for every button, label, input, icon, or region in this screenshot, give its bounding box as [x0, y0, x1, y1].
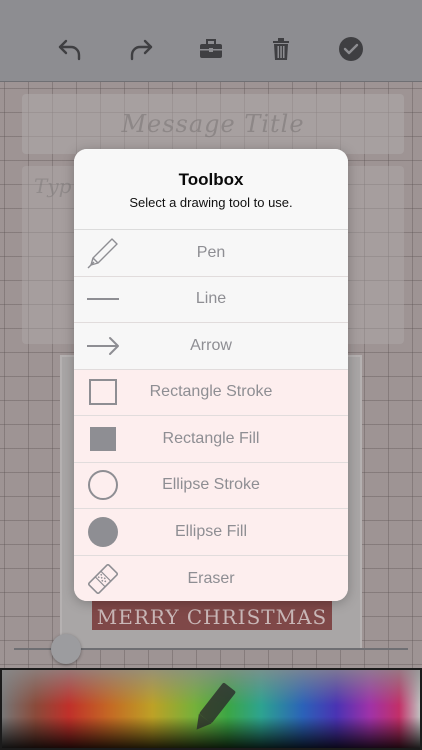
message-title-field[interactable]: Message Title: [22, 94, 404, 154]
color-palette[interactable]: [2, 670, 420, 748]
popover-subtitle: Select a drawing tool to use.: [129, 195, 293, 210]
undo-button[interactable]: [55, 34, 85, 64]
trash-button[interactable]: [266, 34, 296, 64]
done-button[interactable]: [336, 34, 366, 64]
popover-title: Toolbox: [178, 170, 244, 189]
color-palette-bar: [0, 668, 422, 750]
rectangle-fill-icon: [86, 422, 120, 456]
top-toolbar: [0, 0, 422, 82]
tool-row-rectangle-stroke[interactable]: Rectangle Stroke: [74, 369, 348, 416]
redo-button[interactable]: [126, 34, 156, 64]
photo-banner-text: MERRY CHRISTMAS: [96, 605, 328, 629]
tool-row-rectangle-fill[interactable]: Rectangle Fill: [74, 416, 348, 463]
toolbox-popover: Toolbox Select a drawing tool to use. Pe…: [74, 149, 348, 601]
tool-row-ellipse-fill[interactable]: Ellipse Fill: [74, 509, 348, 556]
tool-row-arrow[interactable]: Arrow: [74, 323, 348, 370]
redo-icon: [130, 39, 153, 61]
message-title-placeholder: Message Title: [121, 110, 305, 138]
tool-row-pen[interactable]: Pen: [74, 230, 348, 277]
toolbox-button[interactable]: [196, 34, 226, 64]
eraser-icon: [86, 562, 120, 596]
pen-icon: [86, 236, 120, 270]
undo-icon: [58, 39, 81, 61]
tool-row-ellipse-stroke[interactable]: Ellipse Stroke: [74, 462, 348, 509]
toolbox-icon: [200, 39, 222, 58]
checkmark-icon: [339, 37, 363, 61]
trash-icon: [273, 38, 289, 60]
message-body-placeholder: Typ: [34, 174, 72, 198]
pencil-color-icon: [196, 682, 236, 730]
arrow-icon: [86, 329, 120, 363]
rectangle-stroke-icon: [86, 375, 120, 409]
tool-row-eraser[interactable]: Eraser: [74, 555, 348, 601]
tool-list: Pen Line Arrow Rectangle Stroke Rectangl…: [74, 230, 348, 601]
ellipse-stroke-icon: [86, 468, 120, 502]
ellipse-fill-icon: [86, 515, 120, 549]
popover-header: Toolbox Select a drawing tool to use.: [74, 149, 348, 230]
size-slider-thumb[interactable]: [51, 634, 81, 664]
line-icon: [86, 282, 120, 316]
tool-row-line[interactable]: Line: [74, 277, 348, 323]
